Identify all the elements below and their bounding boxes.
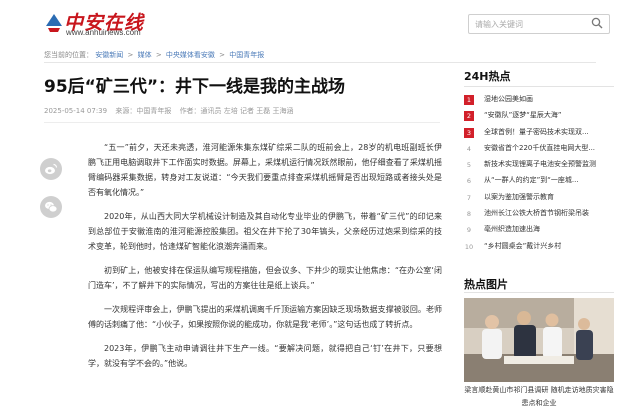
hot-list-item-text: 新技术实现锂离子电池安全预警监测 xyxy=(484,160,596,169)
breadcrumb-prefix: 您当前的位置： xyxy=(44,51,93,59)
meta-divider xyxy=(44,122,440,123)
logo-mark-icon xyxy=(46,14,62,32)
hot-list-divider xyxy=(464,86,614,87)
wechat-icon xyxy=(45,201,58,213)
breadcrumb-separator: > xyxy=(127,51,134,59)
hot-list-panel: 24H热点 1 湿地公园美如画 2 “安徽队”逐梦“星辰大海” 3 全球首例！量… xyxy=(464,68,614,256)
page-title: 95后“矿三代”：井下一线是我的主战场 xyxy=(44,77,346,97)
hot-list-item[interactable]: 3 全球首例！量子密码技术实现双... xyxy=(464,126,614,142)
rank-badge: 1 xyxy=(464,95,474,105)
hot-list-item[interactable]: 5 新技术实现锂离子电池安全预警监测 xyxy=(464,158,614,174)
hot-list-item-text: 亳州织造加速出海 xyxy=(484,225,540,234)
rank-badge: 7 xyxy=(466,193,472,202)
hot-pictures-title: 热点图片 xyxy=(464,278,508,291)
search-icon xyxy=(591,17,603,29)
hot-list-item-text: 池州长江公铁大桥首节钢桁梁吊装 xyxy=(484,209,589,218)
article-paragraph: 2023年，伊鹏飞主动申请调往井下生产一线。“要解决问题，就得把自己‘钉’在井下… xyxy=(88,344,442,368)
rank-badge: 4 xyxy=(466,144,472,153)
rank-badge: 5 xyxy=(466,161,472,170)
share-weibo-button[interactable] xyxy=(40,158,62,180)
article-paragraph: “五一”前夕，天还未亮透，淮河能源朱集东煤矿综采二队的班前会上，28岁的机电班副… xyxy=(88,143,442,197)
header-divider xyxy=(44,62,596,63)
article-author: 作者：通讯员 左培 记者 王磊 王海涵 xyxy=(179,107,294,115)
breadcrumb-separator: > xyxy=(219,51,226,59)
search-box xyxy=(468,14,610,34)
hot-list-item[interactable]: 1 湿地公园美如画 xyxy=(464,93,614,109)
hot-list-item[interactable]: 6 从“一群人的约定”到“一座城... xyxy=(464,174,614,190)
hot-list-item[interactable]: 4 安徽省首个220千伏直挂电网大型... xyxy=(464,142,614,158)
news-photo xyxy=(464,298,614,382)
article-date: 2025-05-14 07:39 xyxy=(44,107,108,115)
rank-badge: 9 xyxy=(466,226,472,235)
search-button[interactable] xyxy=(589,17,605,31)
breadcrumb-item-anhui-news[interactable]: 安徽新闻 xyxy=(95,51,123,59)
hot-list-item-text: “乡村圆桌会”戴计兴乡村 xyxy=(484,241,562,250)
hot-list-item[interactable]: 7 以案为鉴加强警示教育 xyxy=(464,191,614,207)
rank-badge: 8 xyxy=(466,210,472,219)
rank-badge: 3 xyxy=(464,127,474,138)
article-paragraph: 2020年，从山西大同大学机械设计制造及其自动化专业毕业的伊鹏飞，带着“矿三代”… xyxy=(88,212,442,251)
rank-badge: 6 xyxy=(466,177,472,186)
hot-list-item-text: 从“一群人的约定”到“一座城... xyxy=(484,176,579,185)
hot-list-item-text: 湿地公园美如画 xyxy=(484,95,533,103)
site-header: 中安在线 www.anhuinews.com xyxy=(0,0,640,44)
article-meta: 2025-05-14 07:39 来源：中国青年报 作者：通讯员 左培 记者 王… xyxy=(44,106,299,116)
breadcrumb-item-media[interactable]: 媒体 xyxy=(138,51,152,59)
rank-badge: 10 xyxy=(464,242,474,251)
article-source: 来源：中国青年报 xyxy=(115,107,172,115)
hot-list-item-text: “安徽队”逐梦“星辰大海” xyxy=(484,111,562,120)
hot-list-item[interactable]: 10 “乡村圆桌会”戴计兴乡村 xyxy=(464,240,614,256)
rank-badge: 2 xyxy=(464,111,474,122)
hot-picture-image[interactable] xyxy=(464,298,614,382)
logo-domain: www.anhuinews.com xyxy=(66,28,141,37)
breadcrumb-separator: > xyxy=(155,51,162,59)
hot-list-title: 24H热点 xyxy=(464,70,511,83)
breadcrumb: 您当前的位置： 安徽新闻 > 媒体 > 中央媒体看安徽 > 中国青年报 xyxy=(44,50,264,60)
site-logo[interactable]: 中安在线 www.anhuinews.com xyxy=(44,8,144,38)
hot-list-item[interactable]: 9 亳州织造加速出海 xyxy=(464,223,614,239)
breadcrumb-item-central-media[interactable]: 中央媒体看安徽 xyxy=(166,51,215,59)
hot-pictures-divider xyxy=(464,292,614,293)
breadcrumb-item-china-youth-daily[interactable]: 中国青年报 xyxy=(229,51,264,59)
hot-list-item[interactable]: 2 “安徽队”逐梦“星辰大海” xyxy=(464,109,614,125)
search-input[interactable] xyxy=(469,15,587,33)
article-body: “五一”前夕，天还未亮透，淮河能源朱集东煤矿综采二队的班前会上，28岁的机电班副… xyxy=(88,140,442,380)
hot-list-item-text: 以案为鉴加强警示教育 xyxy=(484,192,554,201)
article-paragraph: 一次规程评审会上，伊鹏飞提出的采煤机调离千斤顶运输方案因缺乏现场数据支撑被驳回。… xyxy=(88,305,442,329)
hot-list-item-text: 安徽省首个220千伏直挂电网大型... xyxy=(484,143,596,152)
hot-list-item-text: 全球首例！量子密码技术实现双... xyxy=(484,127,589,136)
weibo-icon xyxy=(45,163,58,175)
hot-picture-caption[interactable]: 梁言顺赴黄山市祁门县调研 随机走访地质灾害隐患点和企业 xyxy=(464,384,614,410)
share-wechat-button[interactable] xyxy=(40,196,62,218)
article-paragraph: 初到矿上，他被安排在保运队编写规程措施，但会议多、下井少的现实让他焦虑：“在办公… xyxy=(88,266,442,290)
hot-list-item[interactable]: 8 池州长江公铁大桥首节钢桁梁吊装 xyxy=(464,207,614,223)
